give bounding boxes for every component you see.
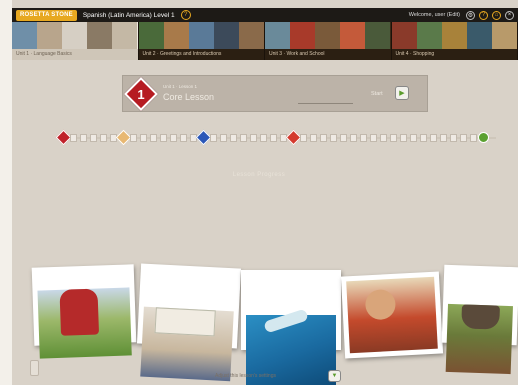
help-circle-icon[interactable]: ?: [479, 10, 488, 20]
unit-tab-3[interactable]: Unit 3 · Work and School: [265, 22, 392, 60]
lesson-step[interactable]: [370, 134, 377, 142]
lesson-step[interactable]: [420, 134, 427, 142]
lesson-step[interactable]: [100, 134, 107, 142]
lesson-step[interactable]: [220, 134, 227, 142]
lesson-step[interactable]: [410, 134, 417, 142]
couple-photo[interactable]: [340, 271, 444, 359]
home-icon[interactable]: ⌂: [492, 10, 501, 20]
unit-label: Unit 2 · Greetings and Introductions: [138, 49, 264, 60]
lesson-marker-diamond[interactable]: [115, 129, 132, 146]
lesson-step[interactable]: [130, 134, 137, 142]
lesson-step[interactable]: [170, 134, 177, 142]
lesson-step[interactable]: [320, 134, 327, 142]
cooking-image: [445, 303, 513, 375]
lesson-step[interactable]: [350, 134, 357, 142]
lesson-step[interactable]: [460, 134, 467, 142]
lesson-step[interactable]: [360, 134, 367, 142]
course-title: Spanish (Latin America) Level 1: [82, 11, 175, 19]
course-info-icon[interactable]: ?: [180, 10, 191, 20]
expand-button[interactable]: ▼: [328, 370, 341, 382]
start-lesson-button[interactable]: ▶: [395, 86, 409, 100]
lesson-step[interactable]: [470, 134, 477, 142]
window-left-edge: [0, 0, 12, 385]
unit-thumbnails: [138, 22, 265, 49]
kids-reading-image: [140, 306, 234, 382]
top-bar: ROSETTA STONE Spanish (Latin America) Le…: [12, 8, 518, 22]
unit-label: Unit 1 · Language Basics: [12, 49, 138, 60]
lesson-marker-diamond[interactable]: [195, 129, 212, 146]
lesson-step[interactable]: [210, 134, 217, 142]
lesson-step[interactable]: [310, 134, 317, 142]
unit-selector: Unit 1 · Language Basics Unit 2 · Greetin…: [12, 22, 518, 60]
unit-thumbnails: [265, 22, 391, 49]
lesson-start-label[interactable]: Start: [371, 91, 383, 97]
lesson-step[interactable]: [160, 134, 167, 142]
lesson-step[interactable]: [400, 134, 407, 142]
lesson-step[interactable]: [340, 134, 347, 142]
unit-tab-2[interactable]: Unit 2 · Greetings and Introductions: [138, 22, 265, 60]
lesson-step[interactable]: [80, 134, 87, 142]
lesson-subtitle: Unit 1 · Lesson 1: [163, 84, 198, 89]
lesson-step[interactable]: [330, 134, 337, 142]
girl-in-field-photo[interactable]: [31, 264, 137, 359]
lesson-step[interactable]: [390, 134, 397, 142]
kids-reading-photo[interactable]: [136, 263, 242, 382]
lesson-step[interactable]: [440, 134, 447, 142]
bottom-caption: Adjust this lesson's settings: [215, 373, 276, 379]
lesson-marker-diamond[interactable]: [55, 129, 72, 146]
lesson-step[interactable]: [240, 134, 247, 142]
lesson-step[interactable]: [300, 134, 307, 142]
lesson-step[interactable]: [140, 134, 147, 142]
unit-thumbnails: [12, 22, 138, 49]
play-arrow-icon: ▶: [399, 89, 405, 97]
lesson-title: Core Lesson: [163, 92, 215, 102]
lesson-marker-diamond[interactable]: [285, 129, 302, 146]
lesson-step[interactable]: [70, 134, 77, 142]
girl-in-field-image: [37, 287, 132, 359]
unit-label: Unit 3 · Work and School: [265, 49, 391, 60]
unit-thumbnails: [391, 22, 518, 49]
lesson-step[interactable]: [230, 134, 237, 142]
lesson-step[interactable]: [150, 134, 157, 142]
lesson-card[interactable]: 1 Unit 1 · Lesson 1 Core Lesson Start ▶: [122, 75, 428, 112]
scuba-diver-photo[interactable]: [241, 270, 341, 385]
lesson-progress-track: [55, 129, 496, 146]
lesson-number: 1: [137, 86, 145, 102]
unit-tab-1[interactable]: Unit 1 · Language Basics: [12, 22, 139, 60]
lesson-step[interactable]: [250, 134, 257, 142]
lesson-marker-circle[interactable]: [478, 132, 489, 143]
lesson-step[interactable]: [180, 134, 187, 142]
lesson-step[interactable]: [430, 134, 437, 142]
app-logo[interactable]: ROSETTA STONE: [16, 9, 77, 21]
lesson-step[interactable]: [90, 134, 97, 142]
chevron-down-icon: ▼: [331, 373, 338, 379]
scroll-handle-icon[interactable]: [30, 360, 39, 376]
lesson-progress-line: [298, 103, 353, 104]
settings-icon[interactable]: ⚙: [466, 10, 475, 20]
exit-icon[interactable]: ×: [505, 10, 514, 20]
lesson-step[interactable]: [260, 134, 267, 142]
progress-caption: Lesson Progress: [232, 172, 286, 178]
unit-label: Unit 4 · Shopping: [391, 49, 517, 60]
unit-tab-4[interactable]: Unit 4 · Shopping: [391, 22, 518, 60]
lesson-step[interactable]: [380, 134, 387, 142]
cooking-photo[interactable]: [441, 264, 518, 375]
couple-image: [346, 276, 438, 354]
lesson-step[interactable]: [270, 134, 277, 142]
lesson-step[interactable]: [450, 134, 457, 142]
welcome-text[interactable]: Welcome, user (Edit): [409, 12, 460, 18]
